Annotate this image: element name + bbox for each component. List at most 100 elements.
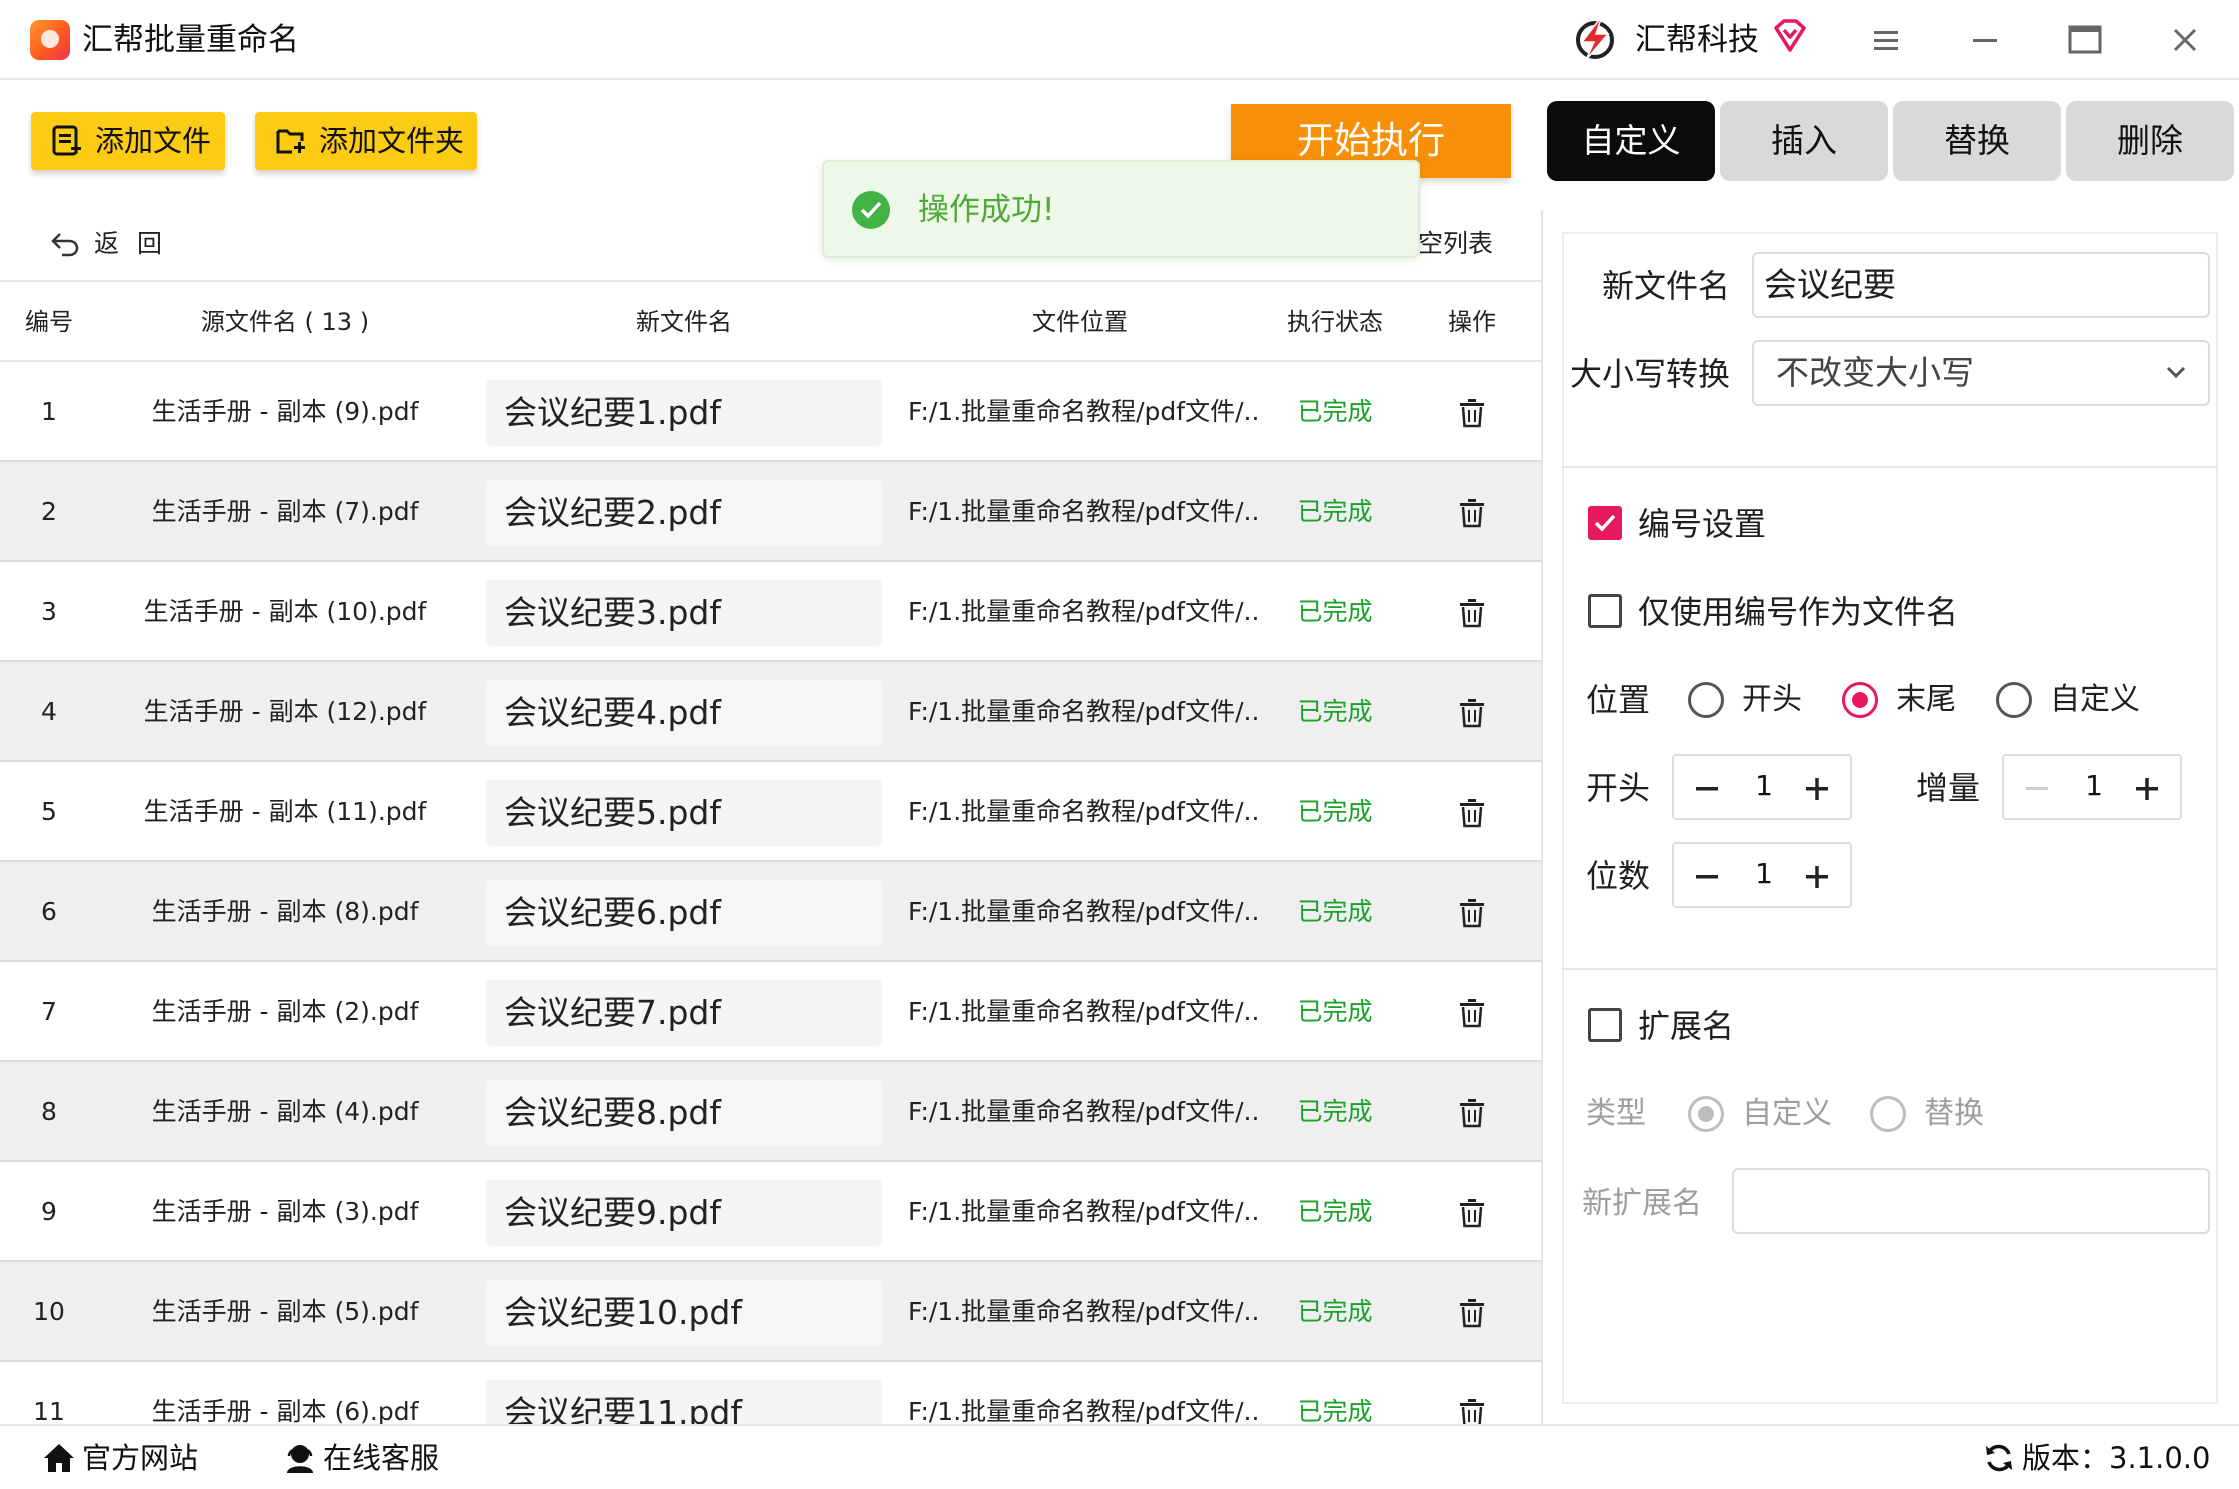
row-status: 已完成 bbox=[1297, 697, 1373, 726]
back-label: 返回 bbox=[94, 229, 181, 258]
home-icon bbox=[44, 1444, 74, 1472]
col-location: 文件位置 bbox=[1032, 308, 1128, 336]
extension-checkbox[interactable] bbox=[1588, 1008, 1622, 1042]
clear-list-button[interactable]: 空列表 bbox=[1418, 224, 1493, 264]
row-new-name[interactable]: 会议纪要2.pdf bbox=[486, 480, 882, 546]
table-row[interactable]: 9 生活手册 - 副本 (3).pdf 会议纪要9.pdf F:/1.批量重命名教程/… bbox=[0, 1162, 1541, 1262]
add-folder-icon bbox=[276, 129, 305, 154]
numbering-checkbox[interactable] bbox=[1588, 506, 1622, 540]
delete-row-icon[interactable] bbox=[1458, 1298, 1486, 1328]
table-row[interactable]: 4 生活手册 - 副本 (12).pdf 会议纪要4.pdf F:/1.批量重命名教程… bbox=[0, 662, 1541, 762]
row-new-name[interactable]: 会议纪要6.pdf bbox=[486, 880, 882, 946]
app-logo-icon bbox=[30, 20, 70, 60]
numbering-label: 编号设置 bbox=[1638, 505, 1767, 543]
menu-icon[interactable] bbox=[1864, 18, 1908, 62]
close-icon[interactable] bbox=[2163, 18, 2207, 62]
back-arrow-icon bbox=[51, 233, 79, 257]
vip-diamond-icon[interactable] bbox=[1772, 18, 1808, 54]
position-radio-custom[interactable] bbox=[1996, 682, 2032, 718]
support-link[interactable]: 在线客服 bbox=[283, 1438, 439, 1478]
delete-row-icon[interactable] bbox=[1458, 1098, 1486, 1128]
new-extension-label: 新扩展名 bbox=[1582, 1186, 1702, 1221]
type-radio-custom[interactable] bbox=[1688, 1096, 1724, 1132]
delete-row-icon[interactable] bbox=[1458, 798, 1486, 828]
table-row[interactable]: 10 生活手册 - 副本 (5).pdf 会议纪要10.pdf F:/1.批量重命名教… bbox=[0, 1262, 1541, 1362]
table-row[interactable]: 8 生活手册 - 副本 (4).pdf 会议纪要8.pdf F:/1.批量重命名教程/… bbox=[0, 1062, 1541, 1162]
start-stepper[interactable]: 1 bbox=[1672, 754, 1852, 820]
only-number-checkbox[interactable] bbox=[1588, 594, 1622, 628]
plus-icon[interactable] bbox=[1802, 774, 1832, 804]
row-new-name[interactable]: 会议纪要7.pdf bbox=[486, 980, 882, 1046]
row-source-name: 生活手册 - 副本 (8).pdf bbox=[151, 897, 419, 926]
position-label: 位置 bbox=[1586, 681, 1651, 719]
minus-icon[interactable] bbox=[1692, 862, 1722, 892]
table-row[interactable]: 5 生活手册 - 副本 (11).pdf 会议纪要5.pdf F:/1.批量重命名教程… bbox=[0, 762, 1541, 862]
version-info[interactable]: 版本：3.1.0.0 bbox=[1982, 1438, 2210, 1478]
position-radio-start[interactable] bbox=[1688, 682, 1724, 718]
case-select[interactable]: 不改变大小写 bbox=[1752, 340, 2210, 406]
table-row[interactable]: 1 生活手册 - 副本 (9).pdf 会议纪要1.pdf F:/1.批量重命名教程/… bbox=[0, 362, 1541, 462]
back-button[interactable]: 返回 bbox=[50, 224, 180, 264]
add-folder-button[interactable]: 添加文件夹 bbox=[255, 112, 477, 170]
website-link[interactable]: 官方网站 bbox=[42, 1438, 198, 1478]
checkmark-icon bbox=[1594, 514, 1616, 532]
start-value[interactable]: 1 bbox=[1734, 756, 1794, 818]
delete-row-icon[interactable] bbox=[1458, 698, 1486, 728]
type-replace-label: 替换 bbox=[1924, 1096, 1984, 1131]
row-status: 已完成 bbox=[1297, 1197, 1373, 1226]
row-new-name[interactable]: 会议纪要10.pdf bbox=[486, 1280, 882, 1346]
file-table: 编号 源文件名 ( 13 ) 新文件名 文件位置 执行状态 操作 1 生活手册 -… bbox=[0, 280, 1541, 1424]
digits-value[interactable]: 1 bbox=[1734, 844, 1794, 906]
row-index: 3 bbox=[41, 597, 57, 626]
row-new-name[interactable]: 会议纪要9.pdf bbox=[486, 1180, 882, 1246]
delete-row-icon[interactable] bbox=[1458, 898, 1486, 928]
table-row[interactable]: 6 生活手册 - 副本 (8).pdf 会议纪要6.pdf F:/1.批量重命名教程/… bbox=[0, 862, 1541, 962]
website-label: 官方网站 bbox=[82, 1441, 199, 1475]
minus-icon[interactable] bbox=[1692, 774, 1722, 804]
row-new-name[interactable]: 会议纪要1.pdf bbox=[486, 380, 882, 446]
new-extension-input[interactable] bbox=[1732, 1168, 2210, 1234]
plus-icon[interactable] bbox=[1802, 862, 1832, 892]
tab-insert[interactable]: 插入 bbox=[1720, 101, 1888, 181]
maximize-icon[interactable] bbox=[2063, 18, 2107, 62]
row-source-name: 生活手册 - 副本 (11).pdf bbox=[143, 797, 427, 826]
add-file-button[interactable]: 添加文件 bbox=[31, 112, 225, 170]
row-index: 6 bbox=[41, 897, 57, 926]
status-bar: 官方网站 在线客服 版本：3.1.0.0 bbox=[0, 1424, 2239, 1489]
row-new-name[interactable]: 会议纪要8.pdf bbox=[486, 1080, 882, 1146]
position-end-label: 末尾 bbox=[1896, 682, 1956, 717]
new-name-input[interactable]: 会议纪要 bbox=[1752, 252, 2210, 318]
row-new-name[interactable]: 会议纪要5.pdf bbox=[486, 780, 882, 846]
case-label: 大小写转换 bbox=[1570, 355, 1731, 393]
tab-custom[interactable]: 自定义 bbox=[1547, 101, 1715, 181]
minimize-icon[interactable] bbox=[1963, 18, 2007, 62]
minus-icon[interactable] bbox=[2022, 774, 2052, 804]
table-row[interactable]: 2 生活手册 - 副本 (7).pdf 会议纪要2.pdf F:/1.批量重命名教程/… bbox=[0, 462, 1541, 562]
tab-delete[interactable]: 删除 bbox=[2066, 101, 2234, 181]
increment-stepper[interactable]: 1 bbox=[2002, 754, 2182, 820]
brand-name: 汇帮科技 bbox=[1635, 22, 1759, 58]
row-new-name[interactable]: 会议纪要3.pdf bbox=[486, 580, 882, 646]
delete-row-icon[interactable] bbox=[1458, 398, 1486, 428]
delete-row-icon[interactable] bbox=[1458, 998, 1486, 1028]
increment-value[interactable]: 1 bbox=[2064, 756, 2124, 818]
position-radio-end[interactable] bbox=[1842, 682, 1878, 718]
delete-row-icon[interactable] bbox=[1458, 1198, 1486, 1228]
extension-label: 扩展名 bbox=[1638, 1007, 1735, 1045]
type-radio-replace[interactable] bbox=[1870, 1096, 1906, 1132]
row-new-name[interactable]: 会议纪要11.pdf bbox=[486, 1380, 882, 1424]
row-new-name[interactable]: 会议纪要4.pdf bbox=[486, 680, 882, 746]
delete-row-icon[interactable] bbox=[1458, 1398, 1486, 1424]
table-row[interactable]: 3 生活手册 - 副本 (10).pdf 会议纪要3.pdf F:/1.批量重命名教程… bbox=[0, 562, 1541, 662]
support-label: 在线客服 bbox=[323, 1441, 440, 1475]
row-status: 已完成 bbox=[1297, 797, 1373, 826]
plus-icon[interactable] bbox=[2132, 774, 2162, 804]
delete-row-icon[interactable] bbox=[1458, 598, 1486, 628]
digits-stepper[interactable]: 1 bbox=[1672, 842, 1852, 908]
delete-row-icon[interactable] bbox=[1458, 498, 1486, 528]
row-location: F:/1.批量重命名教程/pdf文件/... bbox=[908, 697, 1260, 726]
table-row[interactable]: 11 生活手册 - 副本 (6).pdf 会议纪要11.pdf F:/1.批量重命名教… bbox=[0, 1362, 1541, 1424]
tab-replace[interactable]: 替换 bbox=[1893, 101, 2061, 181]
row-location: F:/1.批量重命名教程/pdf文件/... bbox=[908, 1297, 1260, 1326]
table-row[interactable]: 7 生活手册 - 副本 (2).pdf 会议纪要7.pdf F:/1.批量重命名教程/… bbox=[0, 962, 1541, 1062]
